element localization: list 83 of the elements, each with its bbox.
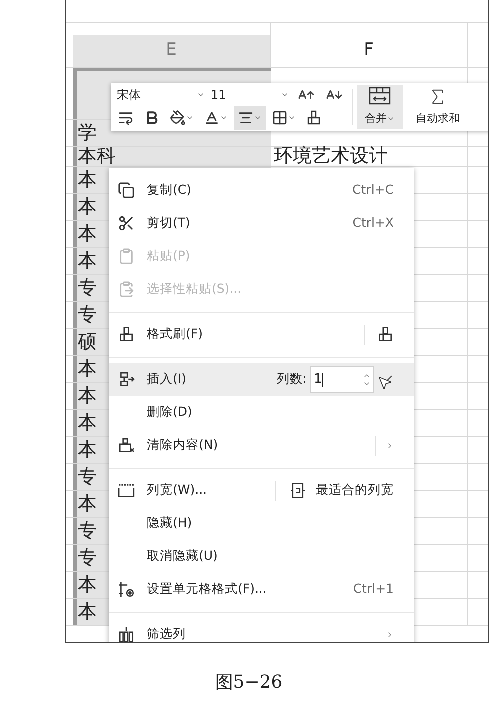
table-cell: 专 xyxy=(78,278,97,298)
figure-caption: 图5−26 xyxy=(215,671,283,695)
table-cell: 专 xyxy=(78,522,97,540)
table-cell: 本 xyxy=(78,198,97,216)
clipboard-icon xyxy=(118,281,135,298)
menu-item-label: 列宽(W)... xyxy=(147,481,208,500)
menu-item-label: 复制(C) xyxy=(147,181,192,200)
menu-item[interactable]: 隐藏(H) xyxy=(109,507,414,540)
merge-button[interactable]: 合并 xyxy=(357,85,403,129)
shortcut-label: Ctrl+1 xyxy=(353,580,394,598)
brush-icon xyxy=(377,326,394,343)
column-count-field[interactable]: 1 xyxy=(310,366,374,393)
table-cell: 环境艺术设计 xyxy=(274,147,388,166)
column-header[interactable]: F xyxy=(271,35,467,67)
wrap-text-icon xyxy=(118,110,134,126)
menu-item[interactable]: 清除内容(N) xyxy=(109,429,414,462)
brush-icon xyxy=(306,110,322,126)
caret-icon xyxy=(281,91,289,99)
menu-item[interactable]: 剪切(T) Ctrl+X xyxy=(109,207,414,240)
menu-item[interactable]: 插入(I) 列数: 1 xyxy=(109,363,414,396)
caret-icon xyxy=(220,114,228,122)
caret-icon xyxy=(197,91,205,99)
table-cell: 本 xyxy=(78,440,97,460)
menu-item-label: 筛选列 xyxy=(147,625,186,642)
table-cell: 学 xyxy=(78,124,97,142)
menu-item-label: 格式刷(F) xyxy=(147,325,203,344)
column-width-icon xyxy=(118,482,135,499)
menu-item[interactable]: 筛选列 xyxy=(109,618,414,642)
bold-icon xyxy=(144,110,160,126)
table-cell: 本 xyxy=(78,494,97,514)
table-cell: 硕 xyxy=(78,332,97,352)
menu-item-label: 清除内容(N) xyxy=(147,436,218,454)
menu-item[interactable]: 格式刷(F) xyxy=(109,318,414,351)
font-color-icon xyxy=(204,110,220,126)
cell-settings-icon xyxy=(118,581,135,598)
table-cell: 本 xyxy=(78,576,97,594)
table-cell: 本 xyxy=(78,602,97,622)
menu-item[interactable]: 取消隐藏(U) xyxy=(109,540,414,573)
clipboard-icon xyxy=(118,248,135,265)
paint-bucket-icon xyxy=(170,110,186,126)
menu-item[interactable]: 列宽(W)... 最适合的列宽 xyxy=(109,474,414,507)
menu-item[interactable]: 复制(C) Ctrl+C xyxy=(109,174,414,207)
filter-columns-icon xyxy=(118,626,135,642)
brush-icon xyxy=(118,326,135,343)
menu-item-label: 设置单元格格式(F)... xyxy=(147,580,267,598)
shortcut-label: Ctrl+C xyxy=(352,181,394,200)
table-cell: 本 xyxy=(78,414,97,432)
menu-item-label: 剪切(T) xyxy=(147,214,190,232)
copy-icon xyxy=(118,182,135,199)
table-cell: 专 xyxy=(78,548,97,568)
table-cell: 本 xyxy=(78,224,97,244)
autofit-icon xyxy=(290,482,306,498)
table-cell: 专 xyxy=(78,306,97,324)
column-count-label: 列数: xyxy=(276,370,307,388)
scissors-icon xyxy=(118,215,135,232)
table-cell: 本 xyxy=(78,386,97,406)
shortcut-label: Ctrl+X xyxy=(352,214,394,232)
caret-icon xyxy=(288,114,296,122)
align-center-icon xyxy=(238,110,254,126)
menu-item[interactable]: 删除(D) xyxy=(109,396,414,429)
autosum-button[interactable]: 自动求和 xyxy=(407,85,469,129)
eraser-icon xyxy=(118,437,135,454)
insert-icon xyxy=(118,371,135,388)
menu-item-label: 删除(D) xyxy=(147,403,192,422)
menu-item-label: 插入(I) xyxy=(147,370,186,388)
table-cell: 专 xyxy=(78,468,97,486)
table-cell: 本 xyxy=(78,170,97,190)
menu-item[interactable]: 设置单元格格式(F)... Ctrl+1 xyxy=(109,573,414,606)
borders-icon xyxy=(272,110,288,126)
merge-cells-icon xyxy=(369,87,391,105)
column-header[interactable]: E xyxy=(73,35,270,67)
menu-item-label: 取消隐藏(U) xyxy=(147,547,218,566)
menu-item-label: 选择性粘贴(S)... xyxy=(147,280,242,298)
table-cell: 本 xyxy=(78,252,97,270)
menu-item-label: 粘贴(P) xyxy=(147,247,190,266)
caret-icon xyxy=(186,114,194,122)
table-cell: 本 xyxy=(78,360,97,378)
menu-item-label: 隐藏(H) xyxy=(147,514,192,532)
caret-icon xyxy=(254,114,262,122)
font-size-field[interactable]: 11 xyxy=(208,85,292,105)
align-button[interactable] xyxy=(234,106,266,130)
autofit-label[interactable]: 最适合的列宽 xyxy=(316,481,394,500)
font-field[interactable]: 宋体 xyxy=(114,85,208,105)
